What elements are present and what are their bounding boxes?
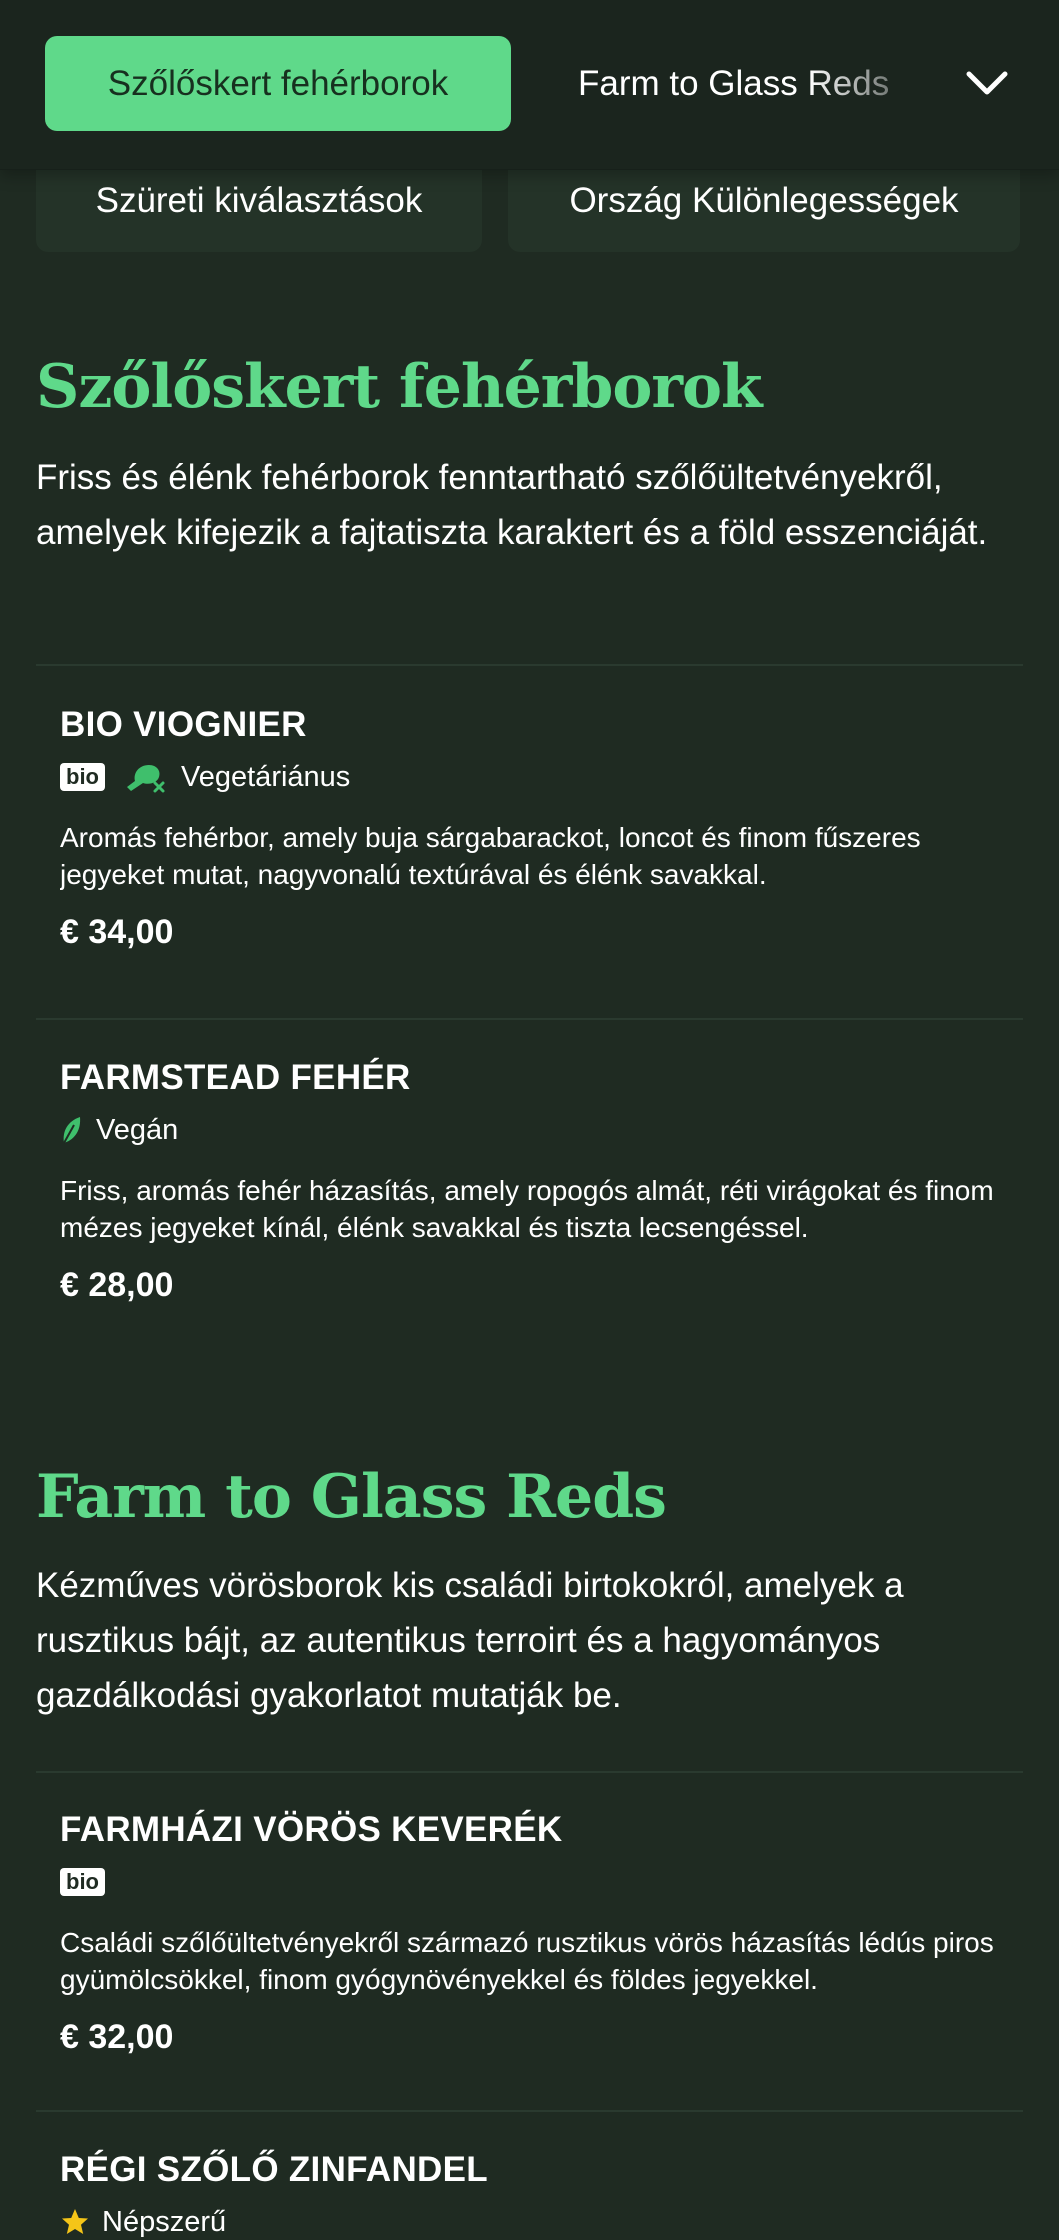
section-description: Kézműves vörösborok kis családi birtokok… — [36, 1566, 904, 1715]
tag-vegan: Vegán — [96, 1113, 179, 1146]
section-title: Farm to Glass Reds — [36, 1462, 667, 1532]
divider — [36, 1771, 1023, 1773]
chip-szureti-kivalasztasok[interactable]: Szüreti kiválasztások — [36, 166, 482, 252]
chip-orszag-kulonlegessegek[interactable]: Ország Különlegességek — [508, 166, 1020, 252]
chevron-down-icon[interactable] — [962, 58, 1012, 108]
bio-badge: bio — [60, 763, 105, 791]
category-chips: Szüreti kiválasztások Ország Különlegess… — [0, 166, 1059, 256]
menu-item-regi-szolo-zinfandel[interactable]: RÉGI SZŐLŐ ZINFANDEL Népszerű — [60, 2150, 1010, 2240]
divider — [36, 2110, 1023, 2112]
category-nav-bar: Szőlőskert fehérborok Farm to Glass Reds — [0, 0, 1059, 170]
tag-vegetarian: Vegetáriánus — [181, 760, 351, 793]
section-description: Friss és élénk fehérborok fenntartható s… — [36, 458, 988, 552]
tag-popular: Népszerű — [102, 2205, 227, 2238]
item-price: € 28,00 — [60, 1266, 174, 1304]
item-description: Aromás fehérbor, amely buja sárgabaracko… — [60, 822, 921, 890]
menu-item-bio-viognier[interactable]: BIO VIOGNIER bio Vegetáriánus Aromás feh… — [60, 705, 1010, 952]
item-description: Friss, aromás fehér házasítás, amely rop… — [60, 1175, 994, 1243]
item-name: FARMHÁZI VÖRÖS KEVERÉK — [60, 1810, 563, 1849]
item-name: BIO VIOGNIER — [60, 705, 307, 744]
tab-szoloskert-feherborok[interactable]: Szőlőskert fehérborok — [45, 36, 511, 131]
item-price: € 32,00 — [60, 2018, 174, 2056]
star-icon — [62, 2209, 88, 2234]
no-meat-icon — [127, 765, 165, 793]
item-description: Családi szőlőültetvényekről származó rus… — [60, 1927, 994, 1995]
divider — [36, 664, 1023, 666]
divider — [36, 1018, 1023, 1020]
item-tags: bio — [60, 1864, 1010, 1900]
leaf-icon — [63, 1117, 81, 1144]
tab-farm-to-glass-reds[interactable]: Farm to Glass Reds — [578, 36, 908, 131]
item-price: € 34,00 — [60, 913, 174, 951]
menu-item-farmstead-feher[interactable]: FARMSTEAD FEHÉR Vegán Friss, aromás fehé… — [60, 1058, 1010, 1305]
item-name: FARMSTEAD FEHÉR — [60, 1058, 411, 1097]
item-tags: bio Vegetáriánus — [60, 759, 1010, 795]
item-name: RÉGI SZŐLŐ ZINFANDEL — [60, 2150, 488, 2189]
menu-item-farmhazi-voros-keverek[interactable]: FARMHÁZI VÖRÖS KEVERÉK bio Családi szőlő… — [60, 1810, 1010, 2057]
bio-badge: bio — [60, 1868, 105, 1896]
item-tags: Vegán — [60, 1112, 1010, 1148]
section-title: Szőlőskert fehérborok — [36, 352, 763, 422]
